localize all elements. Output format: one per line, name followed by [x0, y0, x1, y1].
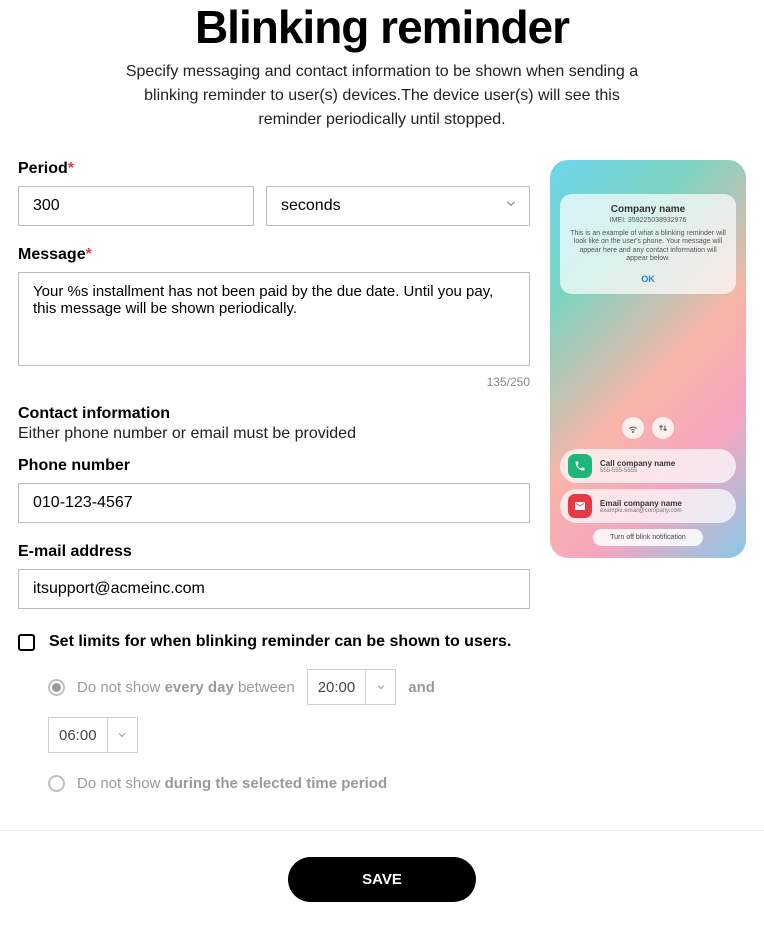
contact-sub: Either phone number or email must be pro… — [18, 425, 530, 443]
contact-header: Contact information — [18, 405, 530, 423]
preview-imei: IMEI: 359225038932976 — [566, 217, 730, 224]
phone-icon — [568, 454, 592, 478]
page-subtitle: Specify messaging and contact informatio… — [112, 60, 652, 132]
unit-select[interactable] — [266, 186, 530, 226]
phone-label: Phone number — [18, 457, 530, 475]
save-button[interactable]: SAVE — [288, 857, 476, 902]
phone-preview: Company name IMEI: 359225038932976 This … — [550, 160, 746, 558]
period-input[interactable] — [18, 186, 254, 226]
preview-call-row: Call company name 555-555-5555 — [560, 449, 736, 483]
preview-email-row: Email company name example.email@company… — [560, 489, 736, 523]
preview-turnoff: Turn off blink notification — [593, 529, 703, 546]
preview-ok: OK — [566, 274, 730, 284]
limits-label: Set limits for when blinking reminder ca… — [49, 633, 511, 651]
mail-icon — [568, 494, 592, 518]
page-title: Blinking reminder — [0, 0, 764, 54]
limits-checkbox[interactable] — [18, 634, 35, 651]
radio-period[interactable] — [48, 775, 65, 792]
message-label: Message* — [18, 246, 530, 264]
email-label: E-mail address — [18, 543, 530, 561]
wifi-icon — [622, 417, 644, 439]
period-label: Period* — [18, 160, 530, 178]
message-textarea[interactable] — [18, 272, 530, 366]
chevron-down-icon — [365, 670, 395, 704]
time-end-select[interactable]: 06:00 — [48, 717, 138, 753]
char-count: 135/250 — [18, 375, 530, 389]
radio-everyday[interactable] — [48, 679, 65, 696]
email-input[interactable] — [18, 569, 530, 609]
preview-body: This is an example of what a blinking re… — [566, 230, 730, 264]
sort-icon — [652, 417, 674, 439]
radio-period-label: Do not show during the selected time per… — [77, 775, 387, 792]
and-label: and — [408, 679, 435, 696]
time-start-select[interactable]: 20:00 — [307, 669, 397, 705]
chevron-down-icon — [107, 718, 137, 752]
phone-input[interactable] — [18, 483, 530, 523]
radio-everyday-label: Do not show every day between — [77, 679, 295, 696]
preview-company: Company name — [566, 204, 730, 215]
